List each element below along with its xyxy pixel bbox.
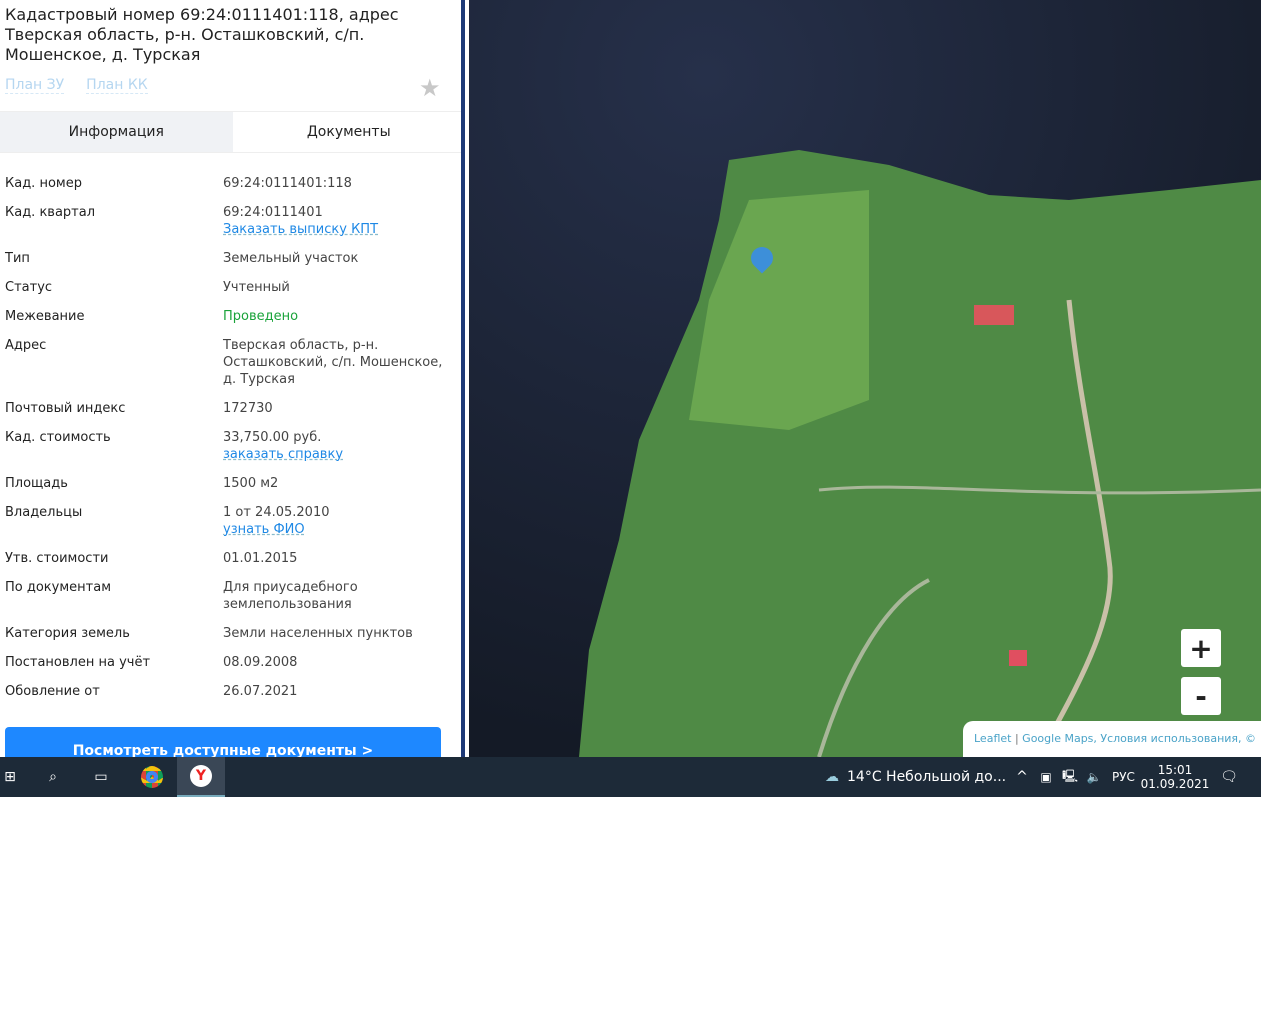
info-row: Обовление от 26.07.2021: [5, 683, 455, 700]
search-icon[interactable]: ⌕: [38, 757, 68, 797]
info-value: 1500 м2: [223, 476, 279, 491]
info-value: 08.09.2008: [223, 655, 298, 670]
info-link[interactable]: заказать справку: [223, 446, 455, 463]
info-row: Кад. квартал 69:24:0111401 Заказать выписк…: [5, 204, 455, 238]
yandex-browser-icon[interactable]: Y: [177, 757, 225, 797]
info-label: Тип: [5, 251, 30, 266]
info-value: 01.01.2015: [223, 551, 298, 566]
info-row: Утв. стоимости 01.01.2015: [5, 550, 455, 567]
zoom-out-button[interactable]: -: [1181, 677, 1221, 715]
tab-documents[interactable]: Документы: [233, 112, 462, 152]
notifications-icon[interactable]: 🗨: [1216, 757, 1242, 797]
chrome-icon[interactable]: [135, 757, 169, 797]
info-label: Площадь: [5, 476, 68, 491]
tab-information[interactable]: Информация: [0, 112, 233, 152]
leaflet-link[interactable]: Leaflet: [974, 732, 1011, 745]
chevron-up-icon[interactable]: ^: [1013, 757, 1031, 797]
weather-widget[interactable]: ☁ 14°C Небольшой до...: [825, 757, 1006, 797]
info-row: Межевание Проведено: [5, 308, 455, 325]
info-label: Обовление от: [5, 684, 100, 699]
info-value: 26.07.2021: [223, 684, 298, 699]
info-value: Земельный участок: [223, 251, 359, 266]
info-panel: Кадастровый номер 69:24:0111401:118, адр…: [0, 0, 465, 757]
info-row: Тип Земельный участок: [5, 250, 455, 267]
volume-icon[interactable]: 🔈: [1084, 757, 1104, 797]
page-title: Кадастровый номер 69:24:0111401:118, адр…: [5, 5, 399, 64]
info-link[interactable]: узнать ФИО: [223, 521, 455, 538]
info-row: Почтовый индекс 172730: [5, 400, 455, 417]
info-label: Кад. стоимость: [5, 430, 111, 445]
info-label: Постановлен на учёт: [5, 655, 151, 670]
info-row: Владельцы 1 от 24.05.2010 узнать ФИО: [5, 504, 455, 538]
task-view-icon[interactable]: ▭: [86, 757, 116, 797]
google-maps-link[interactable]: Google Maps, Условия использования, ©: [1022, 732, 1256, 745]
info-row: По документам Для приусадебного землеполь…: [5, 579, 455, 613]
info-label: Кад. квартал: [5, 205, 96, 220]
info-row: Кад. номер 69:24:0111401:118: [5, 175, 455, 192]
info-value: Земли населенных пунктов: [223, 626, 413, 641]
favorite-star-icon[interactable]: ★: [419, 74, 441, 102]
info-row: Категория земель Земли населенных пунктов: [5, 625, 455, 642]
plan-zu-link[interactable]: План ЗУ: [5, 77, 65, 94]
info-value: Тверская область, р-н. Осташковский, с/п…: [223, 338, 443, 387]
info-row: Площадь 1500 м2: [5, 475, 455, 492]
info-label: Владельцы: [5, 505, 83, 520]
zoom-in-button[interactable]: +: [1181, 629, 1221, 667]
info-value: Для приусадебного землепользования: [223, 580, 358, 612]
info-value: Учтенный: [223, 280, 290, 295]
info-value: 172730: [223, 401, 273, 416]
info-label: Утв. стоимости: [5, 551, 109, 566]
plan-kk-link[interactable]: План КК: [86, 77, 148, 94]
info-label: Категория земель: [5, 626, 130, 641]
info-value: Проведено: [223, 309, 299, 324]
info-row: Кад. стоимость 33,750.00 руб. заказать спр…: [5, 429, 455, 463]
network-icon[interactable]: 🖳: [1060, 757, 1080, 797]
info-label: Межевание: [5, 309, 85, 324]
info-row: Статус Учтенный: [5, 279, 455, 296]
info-value: 69:24:0111401 Заказать выписку КПТ: [223, 204, 455, 238]
info-row: Постановлен на учёт 08.09.2008: [5, 654, 455, 671]
info-link[interactable]: Заказать выписку КПТ: [223, 221, 455, 238]
info-row: Адрес Тверская область, р-н. Осташковский…: [5, 337, 455, 388]
taskbar: ⊞ ⌕ ▭ Y ☁ 14°C Небольшой до... ^ ▣ 🖳 🔈 РУ…: [0, 757, 1261, 797]
info-label: Кад. номер: [5, 176, 82, 191]
meet-icon[interactable]: ▣: [1038, 757, 1054, 797]
info-label: Статус: [5, 280, 53, 295]
cloud-icon: ☁: [825, 769, 839, 785]
map-attribution: Leaflet | Google Maps, Условия использов…: [963, 721, 1261, 757]
info-table: Кад. номер 69:24:0111401:118 Кад. квартал 6…: [5, 175, 455, 712]
info-value: 1 от 24.05.2010 узнать ФИО: [223, 504, 455, 538]
info-value: 33,750.00 руб. заказать справку: [223, 429, 455, 463]
satellite-imagery: [469, 0, 1261, 757]
map[interactable]: + - Leaflet | Google Maps, Условия испол…: [469, 0, 1261, 757]
language-indicator[interactable]: РУС: [1112, 757, 1135, 797]
info-value: 69:24:0111401:118: [223, 176, 352, 191]
view-documents-button[interactable]: Посмотреть доступные документы >: [5, 727, 441, 757]
clock[interactable]: 15:01 01.09.2021: [1141, 757, 1210, 797]
info-label: Адрес: [5, 338, 47, 353]
windows-start-icon[interactable]: ⊞: [0, 757, 20, 797]
info-label: По документам: [5, 580, 111, 595]
info-label: Почтовый индекс: [5, 401, 126, 416]
